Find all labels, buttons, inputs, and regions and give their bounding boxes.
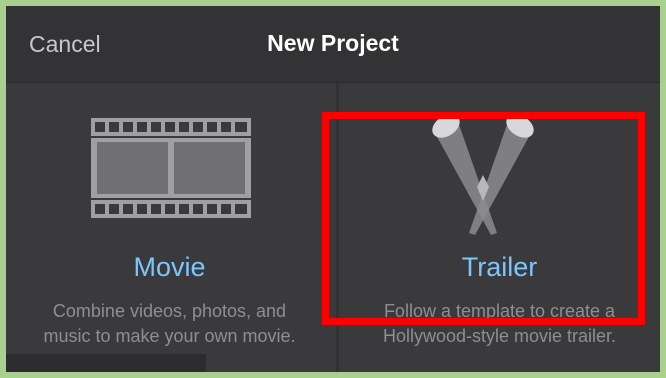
background-strip (6, 354, 206, 372)
header-bar: Cancel New Project (6, 6, 660, 83)
film-strip-icon (91, 118, 251, 218)
trailer-option[interactable]: Trailer Follow a template to create a Ho… (339, 83, 660, 372)
spotlights-icon (432, 115, 534, 235)
new-project-sheet: Cancel New Project Movie Combine videos,… (6, 6, 660, 372)
trailer-description: Follow a template to create a Hollywood-… (382, 301, 617, 346)
movie-option[interactable]: Movie Combine videos, photos, and music … (6, 83, 333, 372)
page-title: New Project (267, 30, 399, 56)
movie-label: Movie (133, 252, 206, 282)
trailer-label: Trailer (461, 252, 538, 282)
movie-description: Combine videos, photos, and music to mak… (43, 301, 296, 346)
